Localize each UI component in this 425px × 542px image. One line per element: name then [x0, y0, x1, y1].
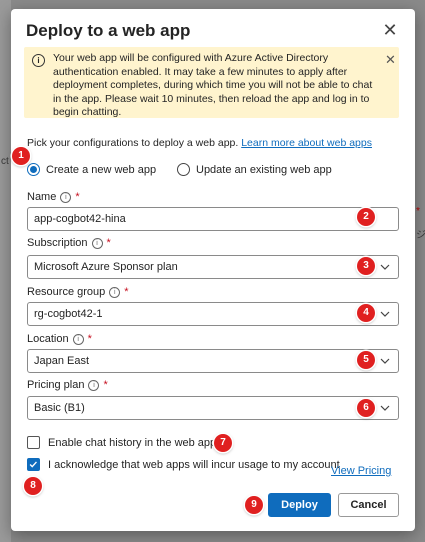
subscription-dropdown[interactable]: Microsoft Azure Sponsor plan [27, 255, 399, 279]
name-input[interactable] [34, 213, 354, 225]
location-label: Location i * [27, 333, 92, 345]
view-pricing-link[interactable]: View Pricing [331, 465, 391, 477]
resource-group-value: rg-cogbot42-1 [34, 308, 103, 320]
background-text-left: ct [1, 156, 9, 167]
deploy-button[interactable]: Deploy [268, 493, 331, 517]
annotation-marker-7: 7 [214, 434, 232, 452]
learn-more-link[interactable]: Learn more about web apps [241, 137, 372, 149]
close-icon[interactable]: ✕ [379, 19, 401, 41]
info-banner: i Your web app will be configured with A… [24, 47, 399, 118]
intro-label: Pick your configurations to deploy a web… [27, 137, 239, 149]
name-label-text: Name [27, 191, 57, 203]
required-marker: * [103, 379, 108, 391]
banner-close-icon[interactable]: ✕ [385, 52, 396, 68]
radio-create-new-label: Create a new web app [46, 163, 157, 176]
annotation-marker-4: 4 [357, 304, 375, 322]
chat-history-label: Enable chat history in the web app [48, 436, 217, 449]
annotation-marker-1: 1 [12, 147, 30, 165]
location-value: Japan East [34, 355, 90, 367]
background-text-right-2: ジ [416, 230, 425, 241]
required-marker: * [75, 191, 80, 203]
background-app-left [0, 0, 11, 542]
pricing-plan-label: Pricing plan i * [27, 379, 108, 391]
radio-unselected-icon[interactable] [177, 163, 190, 176]
annotation-marker-2: 2 [357, 208, 375, 226]
checkmark-icon [29, 461, 37, 468]
info-icon[interactable]: i [91, 237, 103, 249]
info-icon[interactable]: i [72, 333, 84, 345]
radio-update-existing[interactable]: Update an existing web app [177, 163, 332, 176]
radio-update-existing-label: Update an existing web app [196, 163, 332, 176]
annotation-marker-8: 8 [24, 477, 42, 495]
resource-group-label-text: Resource group [27, 286, 106, 298]
info-icon[interactable]: i [88, 379, 100, 391]
required-marker: * [106, 237, 111, 249]
required-marker: * [124, 286, 129, 298]
required-marker: * [87, 333, 92, 345]
chevron-down-icon [380, 358, 390, 364]
annotation-marker-9: 9 [245, 496, 263, 514]
radio-selected-icon[interactable] [27, 163, 40, 176]
banner-text: Your web app will be configured with Azu… [53, 52, 373, 118]
acknowledge-checkbox[interactable] [27, 458, 40, 471]
chevron-down-icon [380, 264, 390, 270]
name-label: Name i * [27, 191, 80, 203]
annotation-marker-6: 6 [357, 399, 375, 417]
pricing-plan-value: Basic (B1) [34, 402, 85, 414]
subscription-value: Microsoft Azure Sponsor plan [34, 261, 178, 273]
chevron-down-icon [380, 405, 390, 411]
info-icon[interactable]: i [109, 286, 121, 298]
name-field[interactable] [27, 207, 399, 231]
subscription-label: Subscription i * [27, 237, 111, 249]
intro-text: Pick your configurations to deploy a web… [27, 137, 372, 149]
info-icon[interactable]: i [60, 191, 72, 203]
cancel-button[interactable]: Cancel [338, 493, 399, 517]
chat-history-checkbox[interactable] [27, 436, 40, 449]
chat-history-option[interactable]: Enable chat history in the web app [27, 436, 216, 449]
resource-group-dropdown[interactable]: rg-cogbot42-1 [27, 302, 399, 326]
pricing-plan-dropdown[interactable]: Basic (B1) [27, 396, 399, 420]
deploy-dialog: Deploy to a web app ✕ i Your web app wil… [11, 9, 415, 531]
subscription-label-text: Subscription [27, 237, 88, 249]
location-label-text: Location [27, 333, 69, 345]
info-icon: i [32, 54, 45, 67]
acknowledge-option[interactable]: I acknowledge that web apps will incur u… [27, 458, 340, 471]
chevron-down-icon [380, 311, 390, 317]
background-text-right-1: * [416, 206, 420, 217]
pricing-plan-label-text: Pricing plan [27, 379, 85, 391]
resource-group-label: Resource group i * [27, 286, 129, 298]
annotation-marker-5: 5 [357, 351, 375, 369]
location-dropdown[interactable]: Japan East [27, 349, 399, 373]
annotation-marker-3: 3 [357, 257, 375, 275]
dialog-title: Deploy to a web app [26, 21, 191, 40]
radio-create-new[interactable]: Create a new web app [27, 163, 156, 176]
acknowledge-label: I acknowledge that web apps will incur u… [48, 458, 340, 471]
